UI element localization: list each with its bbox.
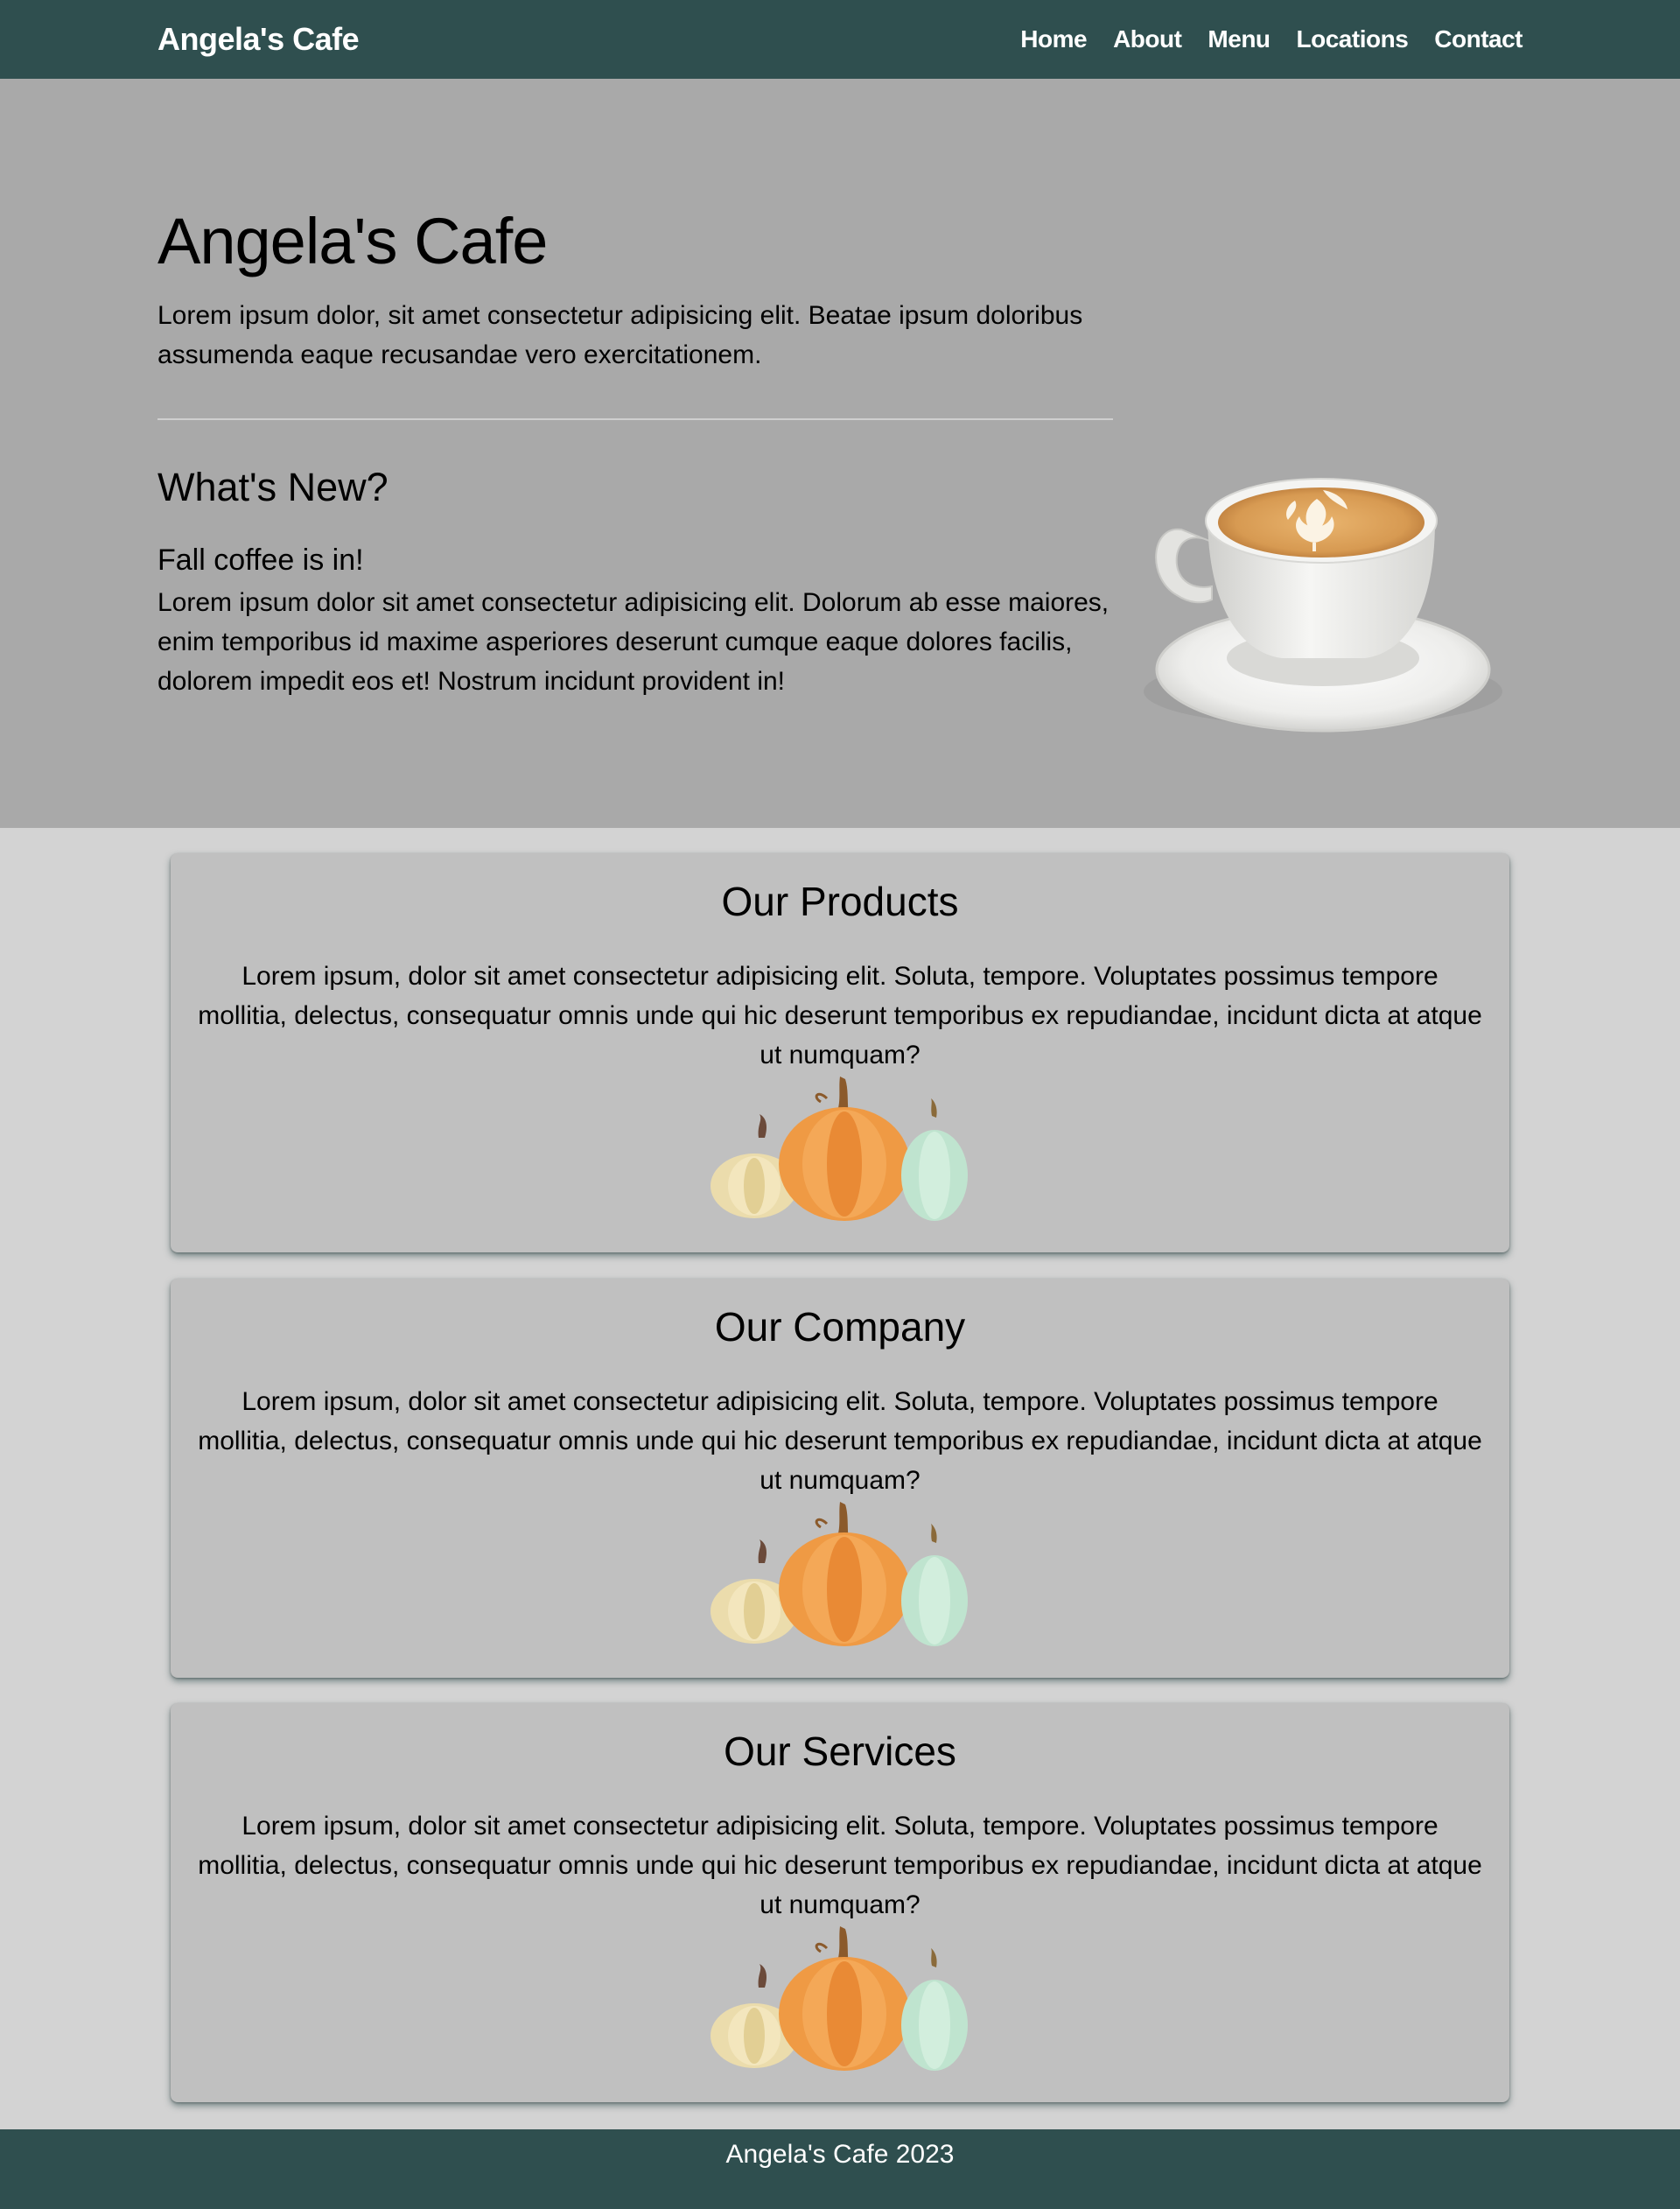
coffee-cup-image bbox=[1129, 429, 1514, 744]
footer: Angela's Cafe 2023 bbox=[0, 2129, 1680, 2209]
nav-link-home[interactable]: Home bbox=[1020, 25, 1087, 53]
hero-text: Angela's Cafe Lorem ipsum dolor, sit ame… bbox=[158, 206, 1113, 375]
hero-title: Angela's Cafe bbox=[158, 205, 548, 277]
card-text: Lorem ipsum, dolor sit amet consectetur … bbox=[198, 1387, 1482, 1495]
nav-links: Home About Menu Locations Contact bbox=[1020, 25, 1522, 53]
nav-link-about[interactable]: About bbox=[1113, 25, 1182, 53]
pumpkins-image bbox=[709, 1497, 971, 1655]
card-title: Our Products bbox=[721, 879, 959, 924]
footer-text: Angela's Cafe 2023 bbox=[725, 2140, 955, 2169]
card-text: Lorem ipsum, dolor sit amet consectetur … bbox=[198, 1812, 1482, 1919]
card-title: Our Services bbox=[724, 1729, 956, 1774]
card-title: Our Company bbox=[714, 1304, 966, 1350]
nav-link-contact[interactable]: Contact bbox=[1434, 25, 1522, 53]
news-body: Lorem ipsum dolor sit amet consectetur a… bbox=[158, 588, 1110, 696]
news-title: What's New? bbox=[158, 465, 388, 509]
pumpkins-image bbox=[709, 1072, 971, 1230]
hero-lead: Lorem ipsum dolor, sit amet consectetur … bbox=[158, 301, 1083, 370]
nav-link-locations[interactable]: Locations bbox=[1297, 25, 1409, 53]
navbar: Angela's Cafe Home About Menu Locations … bbox=[0, 0, 1680, 79]
hero-divider bbox=[158, 418, 1113, 420]
brand-link[interactable]: Angela's Cafe bbox=[158, 21, 360, 58]
pumpkins-image bbox=[709, 1922, 971, 2079]
nav-link-menu[interactable]: Menu bbox=[1208, 25, 1270, 53]
news-subtitle: Fall coffee is in! bbox=[158, 543, 364, 577]
card-text: Lorem ipsum, dolor sit amet consectetur … bbox=[198, 962, 1482, 1069]
hero-section: Angela's Cafe Lorem ipsum dolor, sit ame… bbox=[0, 79, 1680, 828]
card-products: Our Products Lorem ipsum, dolor sit amet… bbox=[171, 853, 1509, 1252]
card-company: Our Company Lorem ipsum, dolor sit amet … bbox=[171, 1279, 1509, 1678]
card-services: Our Services Lorem ipsum, dolor sit amet… bbox=[171, 1703, 1509, 2102]
